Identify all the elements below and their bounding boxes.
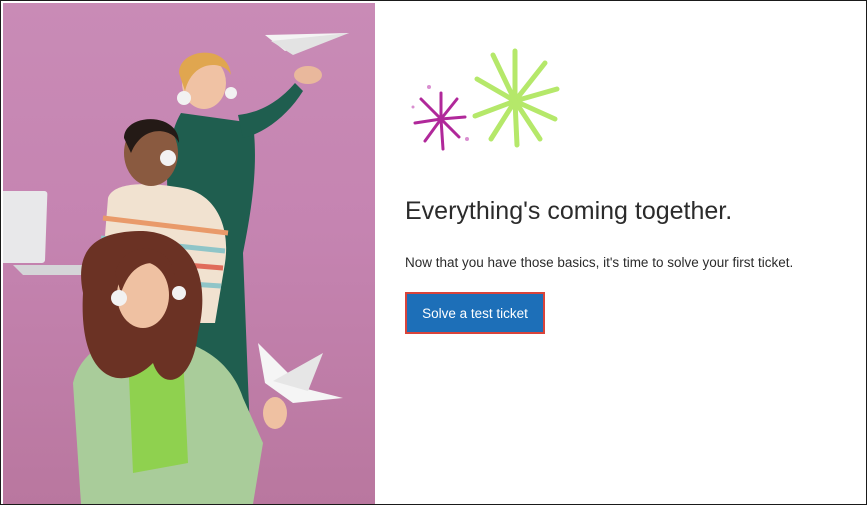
paper-crane-icon — [258, 343, 343, 403]
people-with-headsets-illustration — [3, 33, 349, 504]
hero-image — [3, 3, 375, 504]
focus-ring: Solve a test ticket — [405, 292, 545, 334]
description-text: Now that you have those basics, it's tim… — [405, 255, 794, 270]
solve-test-ticket-button[interactable]: Solve a test ticket — [407, 294, 543, 332]
person-front — [73, 231, 287, 504]
fireworks-icon — [411, 48, 560, 151]
onboarding-dialog: Everything's coming together. Now that y… — [0, 0, 867, 505]
paper-plane-icon — [265, 33, 349, 55]
page-title: Everything's coming together. — [405, 197, 733, 225]
